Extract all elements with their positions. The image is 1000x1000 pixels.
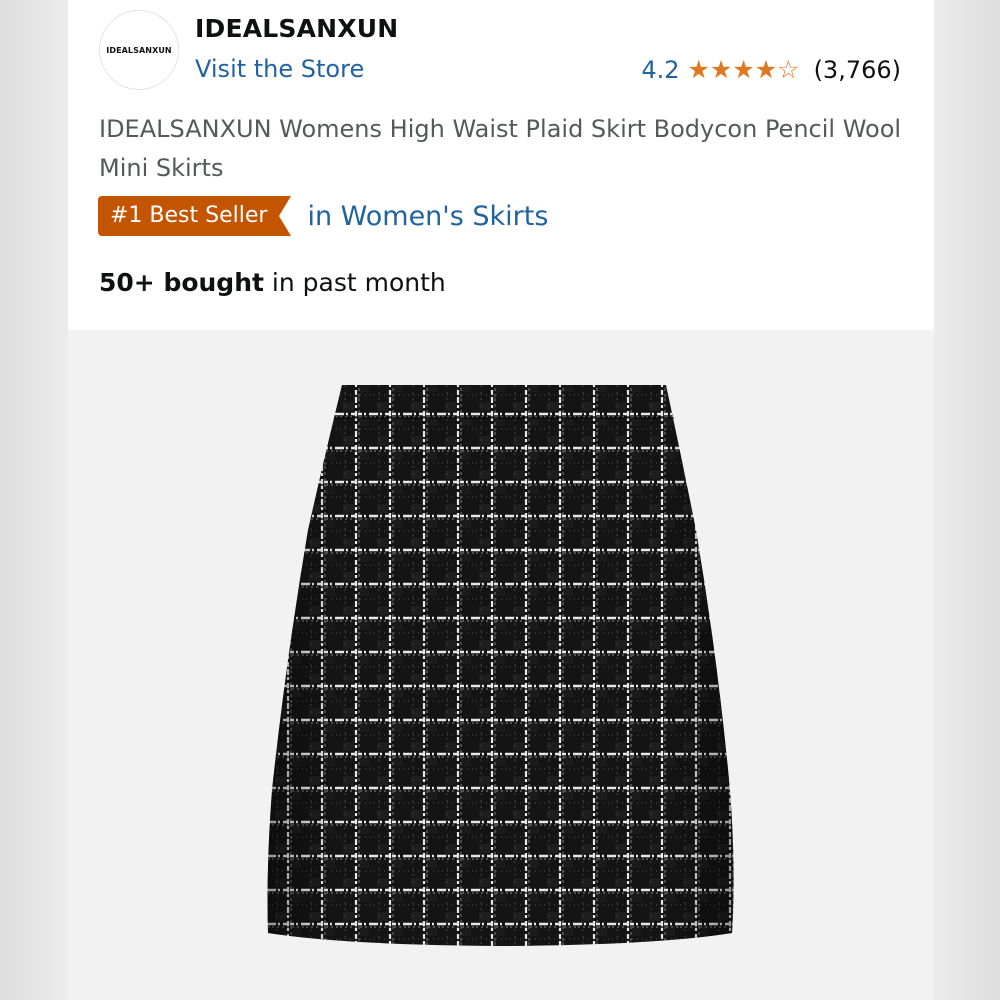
best-seller-badge[interactable]: #1 Best Seller <box>98 196 292 236</box>
store-logo[interactable]: IDEALSANXUN <box>99 10 179 90</box>
visit-store-link[interactable]: Visit the Store <box>195 55 364 83</box>
star-rating-icon[interactable]: ★★★★☆ <box>688 55 800 84</box>
skirt-image <box>267 385 734 946</box>
product-header: IDEALSANXUN IDEALSANXUN Visit the Store … <box>68 0 934 330</box>
product-image[interactable] <box>68 330 934 1000</box>
purchase-count-bold: 50+ bought <box>99 268 264 297</box>
purchase-count: 50+ bought in past month <box>99 268 446 297</box>
rating-summary[interactable]: 4.2 ★★★★☆ (3,766) <box>641 55 901 84</box>
rating-value[interactable]: 4.2 <box>641 56 679 84</box>
bestseller-row: #1 Best Seller in Women's Skirts <box>98 196 548 236</box>
product-card: IDEALSANXUN IDEALSANXUN Visit the Store … <box>68 0 934 1000</box>
badge-notch <box>279 196 292 236</box>
store-logo-text: IDEALSANXUN <box>106 45 172 55</box>
background-right <box>934 0 1000 1000</box>
review-count[interactable]: (3,766) <box>814 56 901 84</box>
background-left <box>0 0 68 1000</box>
product-title: IDEALSANXUN Womens High Waist Plaid Skir… <box>99 115 902 182</box>
best-seller-label: #1 Best Seller <box>110 203 268 228</box>
purchase-count-rest: in past month <box>263 268 446 297</box>
brand-name[interactable]: IDEALSANXUN <box>195 14 398 43</box>
category-link[interactable]: in Women's Skirts <box>307 201 548 232</box>
